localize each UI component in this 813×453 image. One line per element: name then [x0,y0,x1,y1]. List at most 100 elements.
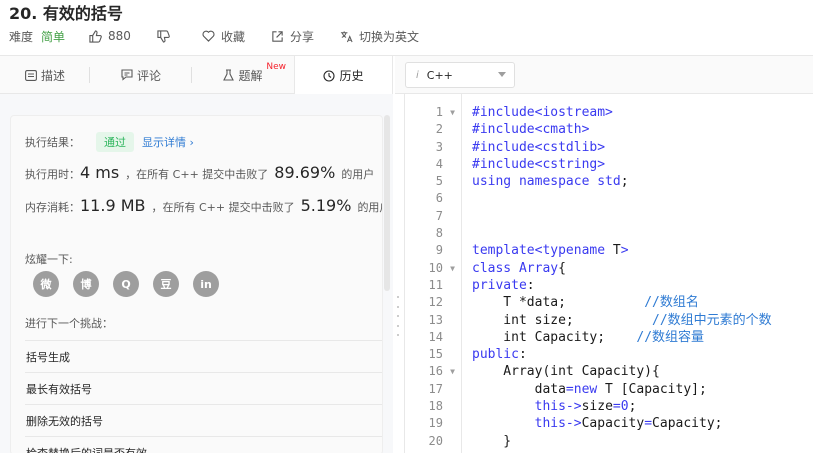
code-line[interactable]: int size; //数组中元素的个数 [472,312,813,329]
list-item[interactable]: 最长有效括号 [25,372,382,404]
show-details-link[interactable]: 显示详情 › [142,134,194,150]
share-label: 分享 [289,29,314,44]
fold-toggle-icon[interactable]: ▼ [450,260,455,277]
like-count: 880 [108,29,131,43]
code-line[interactable]: #include<iostream> [472,104,813,121]
line-number: 10 ▼ [405,260,461,277]
code-line[interactable]: #include<cstring> [472,156,813,173]
memory-label: 内存消耗： [25,201,80,214]
linkedin-icon[interactable]: in [193,271,219,297]
like-button[interactable]: 880 [89,29,131,43]
thumbs-up-icon [89,29,102,43]
history-icon [323,69,336,82]
translate-button[interactable]: 切换为英文 [340,28,419,45]
list-item[interactable]: 括号生成 [25,340,382,372]
list-item[interactable]: 删除无效的括号 [25,404,382,436]
code-line[interactable]: int Capacity; //数组容量 [472,329,813,346]
code-line[interactable]: T *data; //数组名 [472,294,813,311]
result-card: 执行结果： 通过 显示详情 › 执行用时： 4 ms ，在所有 C++ 提交中击… [10,115,383,453]
code-line[interactable]: } [472,433,813,450]
thumbs-down-icon [157,29,170,43]
tab-comments[interactable]: 评论 [90,56,192,94]
wechat-icon[interactable]: 微 [33,271,59,297]
panel-scrollbar[interactable] [384,115,390,291]
tab-comments-label: 评论 [136,68,161,83]
resize-handle[interactable] [397,296,399,336]
line-number: 19 [428,416,443,431]
runtime-percent: 89.69% [274,163,336,182]
favorite-button[interactable]: 收藏 [202,28,245,45]
tab-history-label: 历史 [339,69,364,83]
share-icon [272,30,283,42]
tab-history[interactable]: 历史 [294,56,393,95]
code-token: Capacity; [652,416,723,432]
list-item[interactable]: 检查替换后的词是否有效 [25,436,382,453]
code-token: T *data; [472,295,645,311]
language-select[interactable]: i C++ [405,62,515,88]
code-line[interactable]: Array(int Capacity){ [472,363,813,380]
code-token: Array(int Capacity){ [472,364,660,380]
code-line[interactable]: public: [472,346,813,363]
code-token: using namespace std [472,174,621,190]
line-number-gutter: 1▼2345678910▼111213141516▼1718192021 [405,104,461,453]
code-line[interactable]: this->Capacity=Capacity; [472,415,813,432]
memory-row: 内存消耗： 11.9 MB ，在所有 C++ 提交中击败了 5.19% 的用户 [25,196,382,215]
line-number: 15 [428,347,443,362]
next-challenge-list: 括号生成 最长有效括号 删除无效的括号 检查替换后的词是否有效 [25,340,382,453]
status-badge: 通过 [96,132,134,152]
code-line[interactable]: class Array{ [472,260,813,277]
result-status-row: 执行结果： 通过 显示详情 › [25,132,194,152]
left-tab-bar: 描述 评论 题解 New 历史 [0,56,393,95]
tab-description[interactable]: 描述 [0,56,90,94]
code-token: = [644,416,653,432]
line-number: 7 [435,208,443,223]
code-token: ; [620,174,629,190]
chevron-down-icon [498,72,506,77]
code-token: = [565,381,574,397]
code-token: this-> [534,416,582,432]
comment-icon [121,69,133,81]
code-token: #include<cstring> [472,156,606,172]
code-line[interactable]: #include<cmath> [472,121,813,138]
code-token: //数组中元素的个数 [652,312,772,328]
line-number: 9 [435,243,443,258]
line-number: 3 [435,139,443,154]
code-line[interactable] [472,190,813,207]
line-number: 5 [435,174,443,189]
line-number: 18 [428,399,443,414]
fold-toggle-icon[interactable]: ▼ [450,363,455,380]
share-button[interactable]: 分享 [271,28,314,45]
code-line[interactable]: data=new T [Capacity]; [472,381,813,398]
new-badge: New [266,62,286,72]
heart-icon [202,30,215,42]
tab-solutions[interactable]: 题解 New [192,56,294,94]
code-token: ; [628,399,637,415]
code-line[interactable]: this->size=0; [472,398,813,415]
problem-header: 20. 有效的括号 难度 简单 880 收藏 分享 切换为英文 [0,0,813,56]
line-number: 14 [428,329,443,344]
dislike-button[interactable] [157,29,176,43]
code-line[interactable] [472,208,813,225]
line-number: 1 ▼ [405,104,461,121]
share-icons: 微 博 Q 豆 in [33,271,233,297]
weibo-icon[interactable]: 博 [73,271,99,297]
code-token: : [526,277,535,293]
douban-icon[interactable]: 豆 [153,271,179,297]
qq-icon[interactable]: Q [113,271,139,297]
memory-text: ，在所有 C++ 提交中击败了 [151,201,295,214]
code-token: int size; [472,312,653,328]
line-number: 17 [428,381,443,396]
difficulty-label: 难度 [9,29,34,44]
code-line[interactable] [472,225,813,242]
fold-toggle-icon[interactable]: ▼ [450,104,455,121]
code-line[interactable]: #include<cstdlib> [472,139,813,156]
code-line[interactable]: private: [472,277,813,294]
line-number: 12 [428,295,443,310]
code-editor[interactable]: 1▼2345678910▼111213141516▼1718192021 #in… [404,94,813,453]
code-line[interactable]: template<typename T> [472,242,813,259]
runtime-text: ，在所有 C++ 提交中击败了 [125,168,269,181]
code-content[interactable]: #include<iostream> #include<cmath> #includ… [472,104,813,453]
code-line[interactable]: using namespace std; [472,173,813,190]
